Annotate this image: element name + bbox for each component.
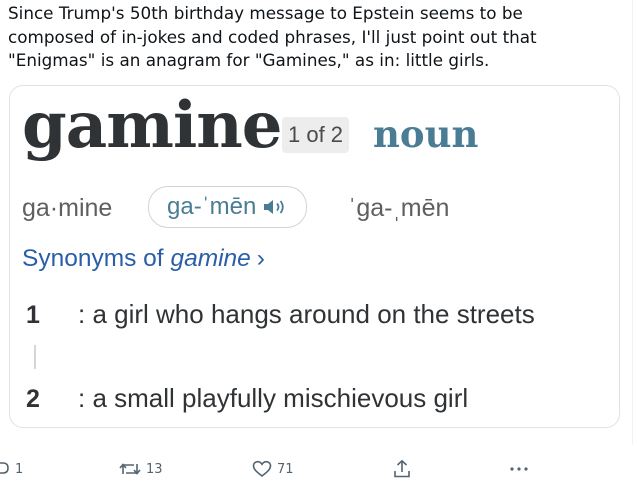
definition-number: 1 [26,301,40,329]
share-button[interactable] [393,455,411,483]
syllables: ga·mine [22,194,113,222]
pronunciation-alternate: ˈga-ˌmēn [348,194,450,222]
definition-number: 2 [26,385,40,413]
headword: gamine [22,88,282,163]
column-divider [632,0,633,445]
definition-connector [34,345,36,369]
post-text: Since Trump's 50th birthday message to E… [8,2,608,73]
post-text-line: Since Trump's 50th birthday message to E… [8,3,523,23]
dictionary-image-card[interactable]: gamine 1 of 2 noun ga·mine ga-ˈmēn ˈga-ˌ… [9,85,620,428]
chevron-right-icon: › [256,245,265,272]
more-icon [509,466,529,472]
reply-count: 1 [15,461,24,477]
speaker-icon [262,197,290,217]
repost-button[interactable]: 13 [119,455,163,483]
entry-count-badge: 1 of 2 [282,117,350,153]
share-icon [393,459,411,479]
post-text-line: "Enigmas" is an anagram for "Gamines," a… [8,50,490,70]
repost-count: 13 [146,461,163,477]
synonyms-prefix: Synonyms of [22,245,171,272]
post-text-line: composed of in-jokes and coded phrases, … [8,26,537,47]
reply-icon [0,460,10,478]
more-button[interactable] [509,455,529,483]
post-action-bar: 1 13 71 [0,455,637,483]
repost-icon [119,460,141,478]
definition-item: 1 : a girl who hangs around on the stree… [22,299,535,330]
definition-text: : a small playfully mischievous girl [78,383,469,413]
reply-button[interactable]: 1 [0,455,23,483]
synonyms-word: gamine [170,245,251,272]
like-button[interactable]: 71 [252,455,294,483]
synonyms-link[interactable]: Synonyms of gamine › [22,243,265,275]
definition-text: : a girl who hangs around on the streets [78,299,535,329]
pronunciation-button[interactable]: ga-ˈmēn [148,186,308,228]
like-count: 71 [277,461,294,477]
pronunciation-text: ga-ˈmēn [167,193,257,220]
part-of-speech: noun [373,112,479,156]
definition-item: 2 : a small playfully mischievous girl [22,383,468,414]
heart-icon [252,460,272,478]
